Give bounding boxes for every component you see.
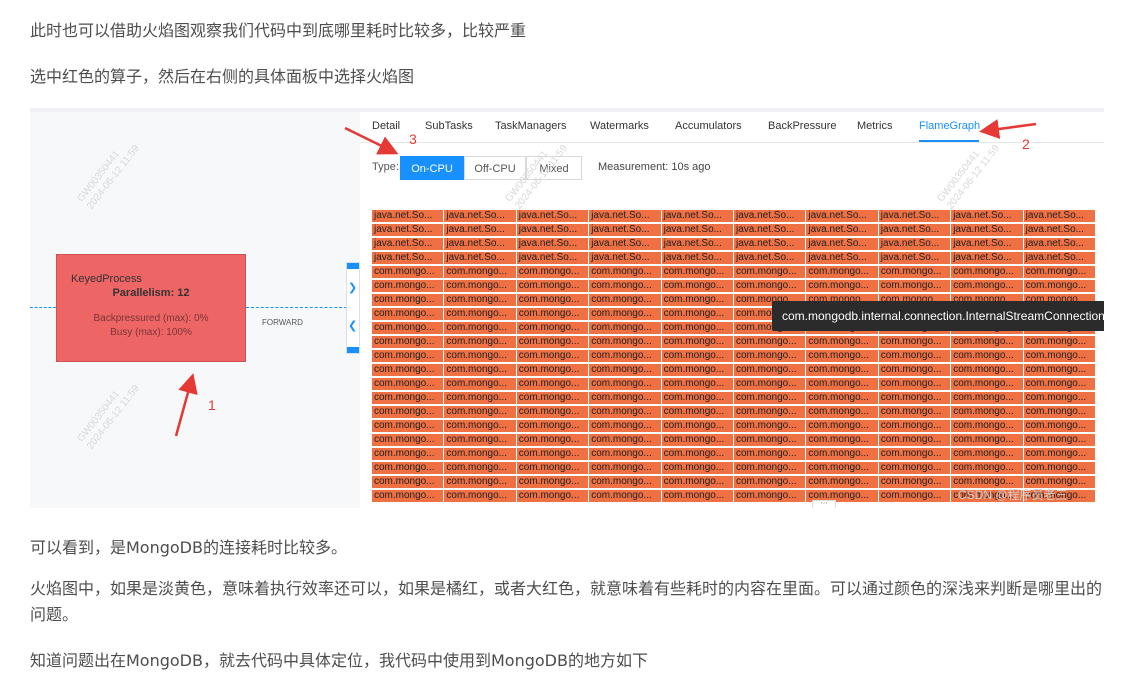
paragraph-3: 可以看到，是MongoDB的连接耗时比较多。 [30,538,347,557]
arrow-2 [979,119,1037,139]
annotation-number-1: 1 [208,397,216,413]
annotation-number-3: 3 [409,131,417,147]
annotation-number-2: 2 [1022,136,1030,152]
paragraph-4: 火焰图中，如果是淡黄色，意味着执行效率还可以，如果是橘红，或者大红色，就意味着有… [30,579,1103,624]
arrow-3 [344,126,399,155]
arrow-1 [174,373,198,437]
paragraph-5: 知道问题出在MongoDB，就去代码中具体定位，我代码中使用到MongoDB的地… [30,651,648,670]
